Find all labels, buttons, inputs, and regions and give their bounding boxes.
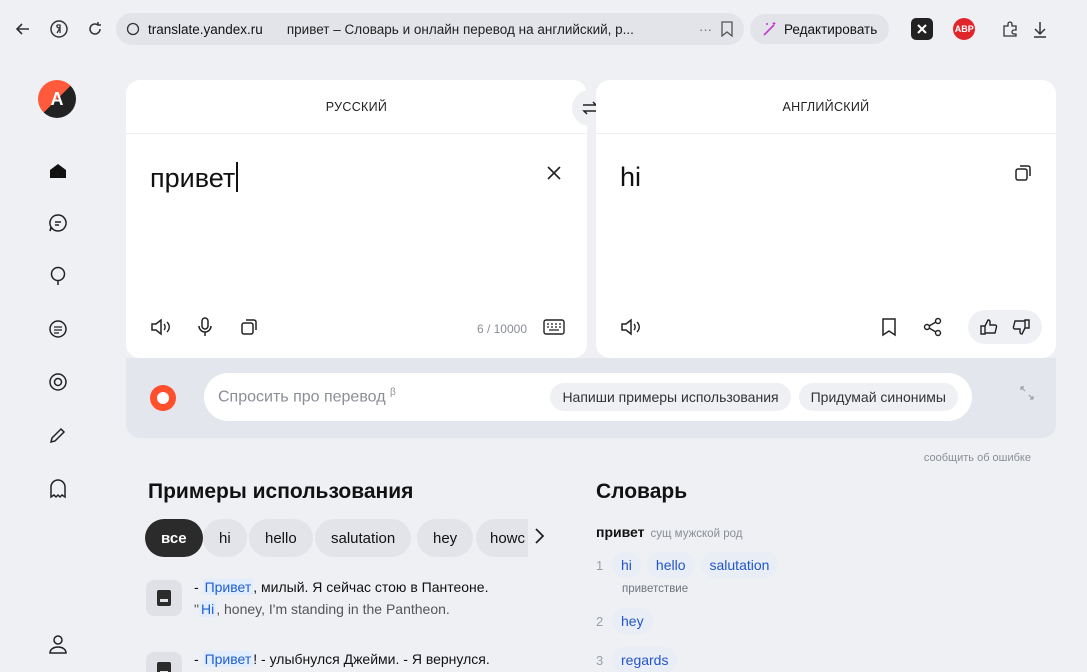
source-panel: РУССКИЙ привет 6 / 10000 xyxy=(126,80,587,358)
book-icon xyxy=(146,580,182,616)
address-bar[interactable]: translate.yandex.ru привет – Словарь и о… xyxy=(116,13,744,45)
expand-icon[interactable] xyxy=(1020,386,1034,403)
report-error-link[interactable]: сообщить об ошибке xyxy=(924,452,1031,464)
translation-share-actions xyxy=(876,314,946,340)
translation-chip[interactable]: regards xyxy=(612,647,678,672)
ask-placeholder-text: Спросить про перевод xyxy=(218,388,386,406)
dictionary-title: Словарь xyxy=(596,480,688,503)
translation-chip[interactable]: hi xyxy=(612,552,641,578)
beta-mark: β xyxy=(389,387,396,399)
translator-page: A РУССКИЙ привет 6 / 10000 АНГЛИЙСКИЙ hi… xyxy=(0,58,1087,672)
example-source-line: - Привет! - улыбнулся Джейми. - Я вернул… xyxy=(194,651,490,667)
text-caret xyxy=(236,162,238,192)
download-icon[interactable] xyxy=(1031,14,1049,44)
translation-text: hi xyxy=(620,162,642,192)
thumbs-down-icon[interactable] xyxy=(1008,314,1034,340)
sidebar-pencil-icon[interactable] xyxy=(45,422,71,448)
sidebar-profile-icon[interactable] xyxy=(45,631,71,657)
sidebar-home-icon[interactable] xyxy=(45,158,71,184)
more-icon[interactable]: ··· xyxy=(699,22,712,37)
target-actions xyxy=(618,314,644,340)
character-counter: 6 / 10000 xyxy=(476,322,527,336)
source-actions xyxy=(148,314,262,340)
sense-note: приветствие xyxy=(622,583,689,595)
shield-icon xyxy=(126,22,140,36)
examples-title: Примеры использования xyxy=(148,480,414,503)
extension-x-icon[interactable] xyxy=(911,18,934,40)
example-source-line: - Привет, милый. Я сейчас стою в Пантеон… xyxy=(194,579,488,595)
browser-toolbar: translate.yandex.ru привет – Словарь и о… xyxy=(0,0,1087,58)
example-prefix: - xyxy=(194,579,203,595)
dictionary-sense: 1 hi hello salutation xyxy=(596,552,784,578)
translation-chip[interactable]: hello xyxy=(646,552,695,578)
sidebar-camera-icon[interactable] xyxy=(45,369,71,395)
thumbs-up-icon[interactable] xyxy=(976,314,1002,340)
translation-chip[interactable]: salutation xyxy=(700,552,779,578)
example-rest: , honey, I'm standing in the Pantheon. xyxy=(216,601,450,617)
adblock-icon[interactable]: ABP xyxy=(953,18,976,40)
example-rest: ! - улыбнулся Джейми. - Я вернулся. xyxy=(253,651,490,667)
speaker-translation-icon[interactable] xyxy=(618,314,644,340)
book-icon xyxy=(146,652,182,672)
sidebar-dialog-icon[interactable] xyxy=(45,210,71,236)
target-language-selector[interactable]: АНГЛИЙСКИЙ xyxy=(596,80,1056,134)
sense-number: 3 xyxy=(596,652,604,668)
sidebar-idea-icon[interactable] xyxy=(45,263,71,289)
copy-icon[interactable] xyxy=(236,314,262,340)
sidebar-ghost-icon[interactable] xyxy=(45,476,71,502)
chevron-right-icon[interactable] xyxy=(532,526,546,552)
target-panel: АНГЛИЙСКИЙ hi xyxy=(596,80,1056,358)
dictionary-sense: 3 regards xyxy=(596,647,683,672)
edit-button-label: Редактировать xyxy=(784,21,878,37)
filter-chip-howdy[interactable]: howc xyxy=(476,519,528,557)
source-text: привет xyxy=(150,163,236,193)
filter-chip-all[interactable]: все xyxy=(145,519,203,557)
example-translation-line: " Hi, honey, I'm standing in the Pantheon… xyxy=(194,601,450,617)
example-highlight[interactable]: Привет xyxy=(202,651,254,667)
back-arrow-icon[interactable] xyxy=(8,14,38,44)
source-text-input[interactable]: привет xyxy=(150,162,238,194)
ask-translation-input[interactable]: Спросить про перевод β Напиши примеры ис… xyxy=(204,373,972,421)
sense-number: 2 xyxy=(596,613,604,629)
yandex-circle-icon[interactable] xyxy=(44,14,74,44)
example-highlight[interactable]: Привет xyxy=(202,579,254,595)
ask-input-placeholder: Спросить про перевод β xyxy=(218,387,542,406)
suggest-examples-chip[interactable]: Напиши примеры использования xyxy=(550,383,791,411)
example-highlight[interactable]: Hi xyxy=(198,601,217,617)
alice-assistant-icon[interactable] xyxy=(150,385,176,411)
filter-chip-hey[interactable]: hey xyxy=(417,519,474,557)
edit-button[interactable]: Редактировать xyxy=(750,14,890,44)
bookmark-icon[interactable] xyxy=(720,21,734,37)
copy-translation-icon[interactable] xyxy=(1010,160,1036,186)
dictionary-entry-header: привет сущ мужской род xyxy=(596,524,742,540)
reload-icon[interactable] xyxy=(80,14,110,44)
sidebar: A xyxy=(0,58,115,672)
bookmark-translation-icon[interactable] xyxy=(876,314,902,340)
yandex-translate-logo-icon[interactable]: A xyxy=(38,80,76,118)
source-language-selector[interactable]: РУССКИЙ xyxy=(126,80,587,134)
filter-chip-hello[interactable]: hello xyxy=(249,519,313,557)
example-rest: , милый. Я сейчас стою в Пантеоне. xyxy=(253,579,489,595)
dictionary-sense: 2 hey xyxy=(596,608,659,634)
ask-assistant-bar: Спросить про перевод β Напиши примеры ис… xyxy=(126,358,1056,438)
example-prefix: - xyxy=(194,651,203,667)
filter-chip-salutation[interactable]: salutation xyxy=(315,519,412,557)
dictionary-headword: привет xyxy=(596,524,645,540)
share-icon[interactable] xyxy=(920,314,946,340)
address-page-title: привет – Словарь и онлайн перевод на анг… xyxy=(286,21,634,37)
translation-chip[interactable]: hey xyxy=(612,608,653,634)
sidebar-documents-icon[interactable] xyxy=(45,316,71,342)
dictionary-grammar: сущ мужской род xyxy=(650,528,743,540)
clear-text-icon[interactable] xyxy=(541,160,567,186)
address-domain: translate.yandex.ru xyxy=(148,21,263,37)
speaker-icon[interactable] xyxy=(148,314,174,340)
extensions-puzzle-icon[interactable] xyxy=(995,14,1025,44)
suggest-synonyms-chip[interactable]: Придумай синонимы xyxy=(798,383,958,411)
filter-chip-hi[interactable]: hi xyxy=(203,519,247,557)
sense-number: 1 xyxy=(596,557,604,573)
magic-wand-icon xyxy=(763,22,776,36)
microphone-icon[interactable] xyxy=(192,314,218,340)
keyboard-icon[interactable] xyxy=(541,314,567,340)
rating-buttons xyxy=(968,310,1042,344)
